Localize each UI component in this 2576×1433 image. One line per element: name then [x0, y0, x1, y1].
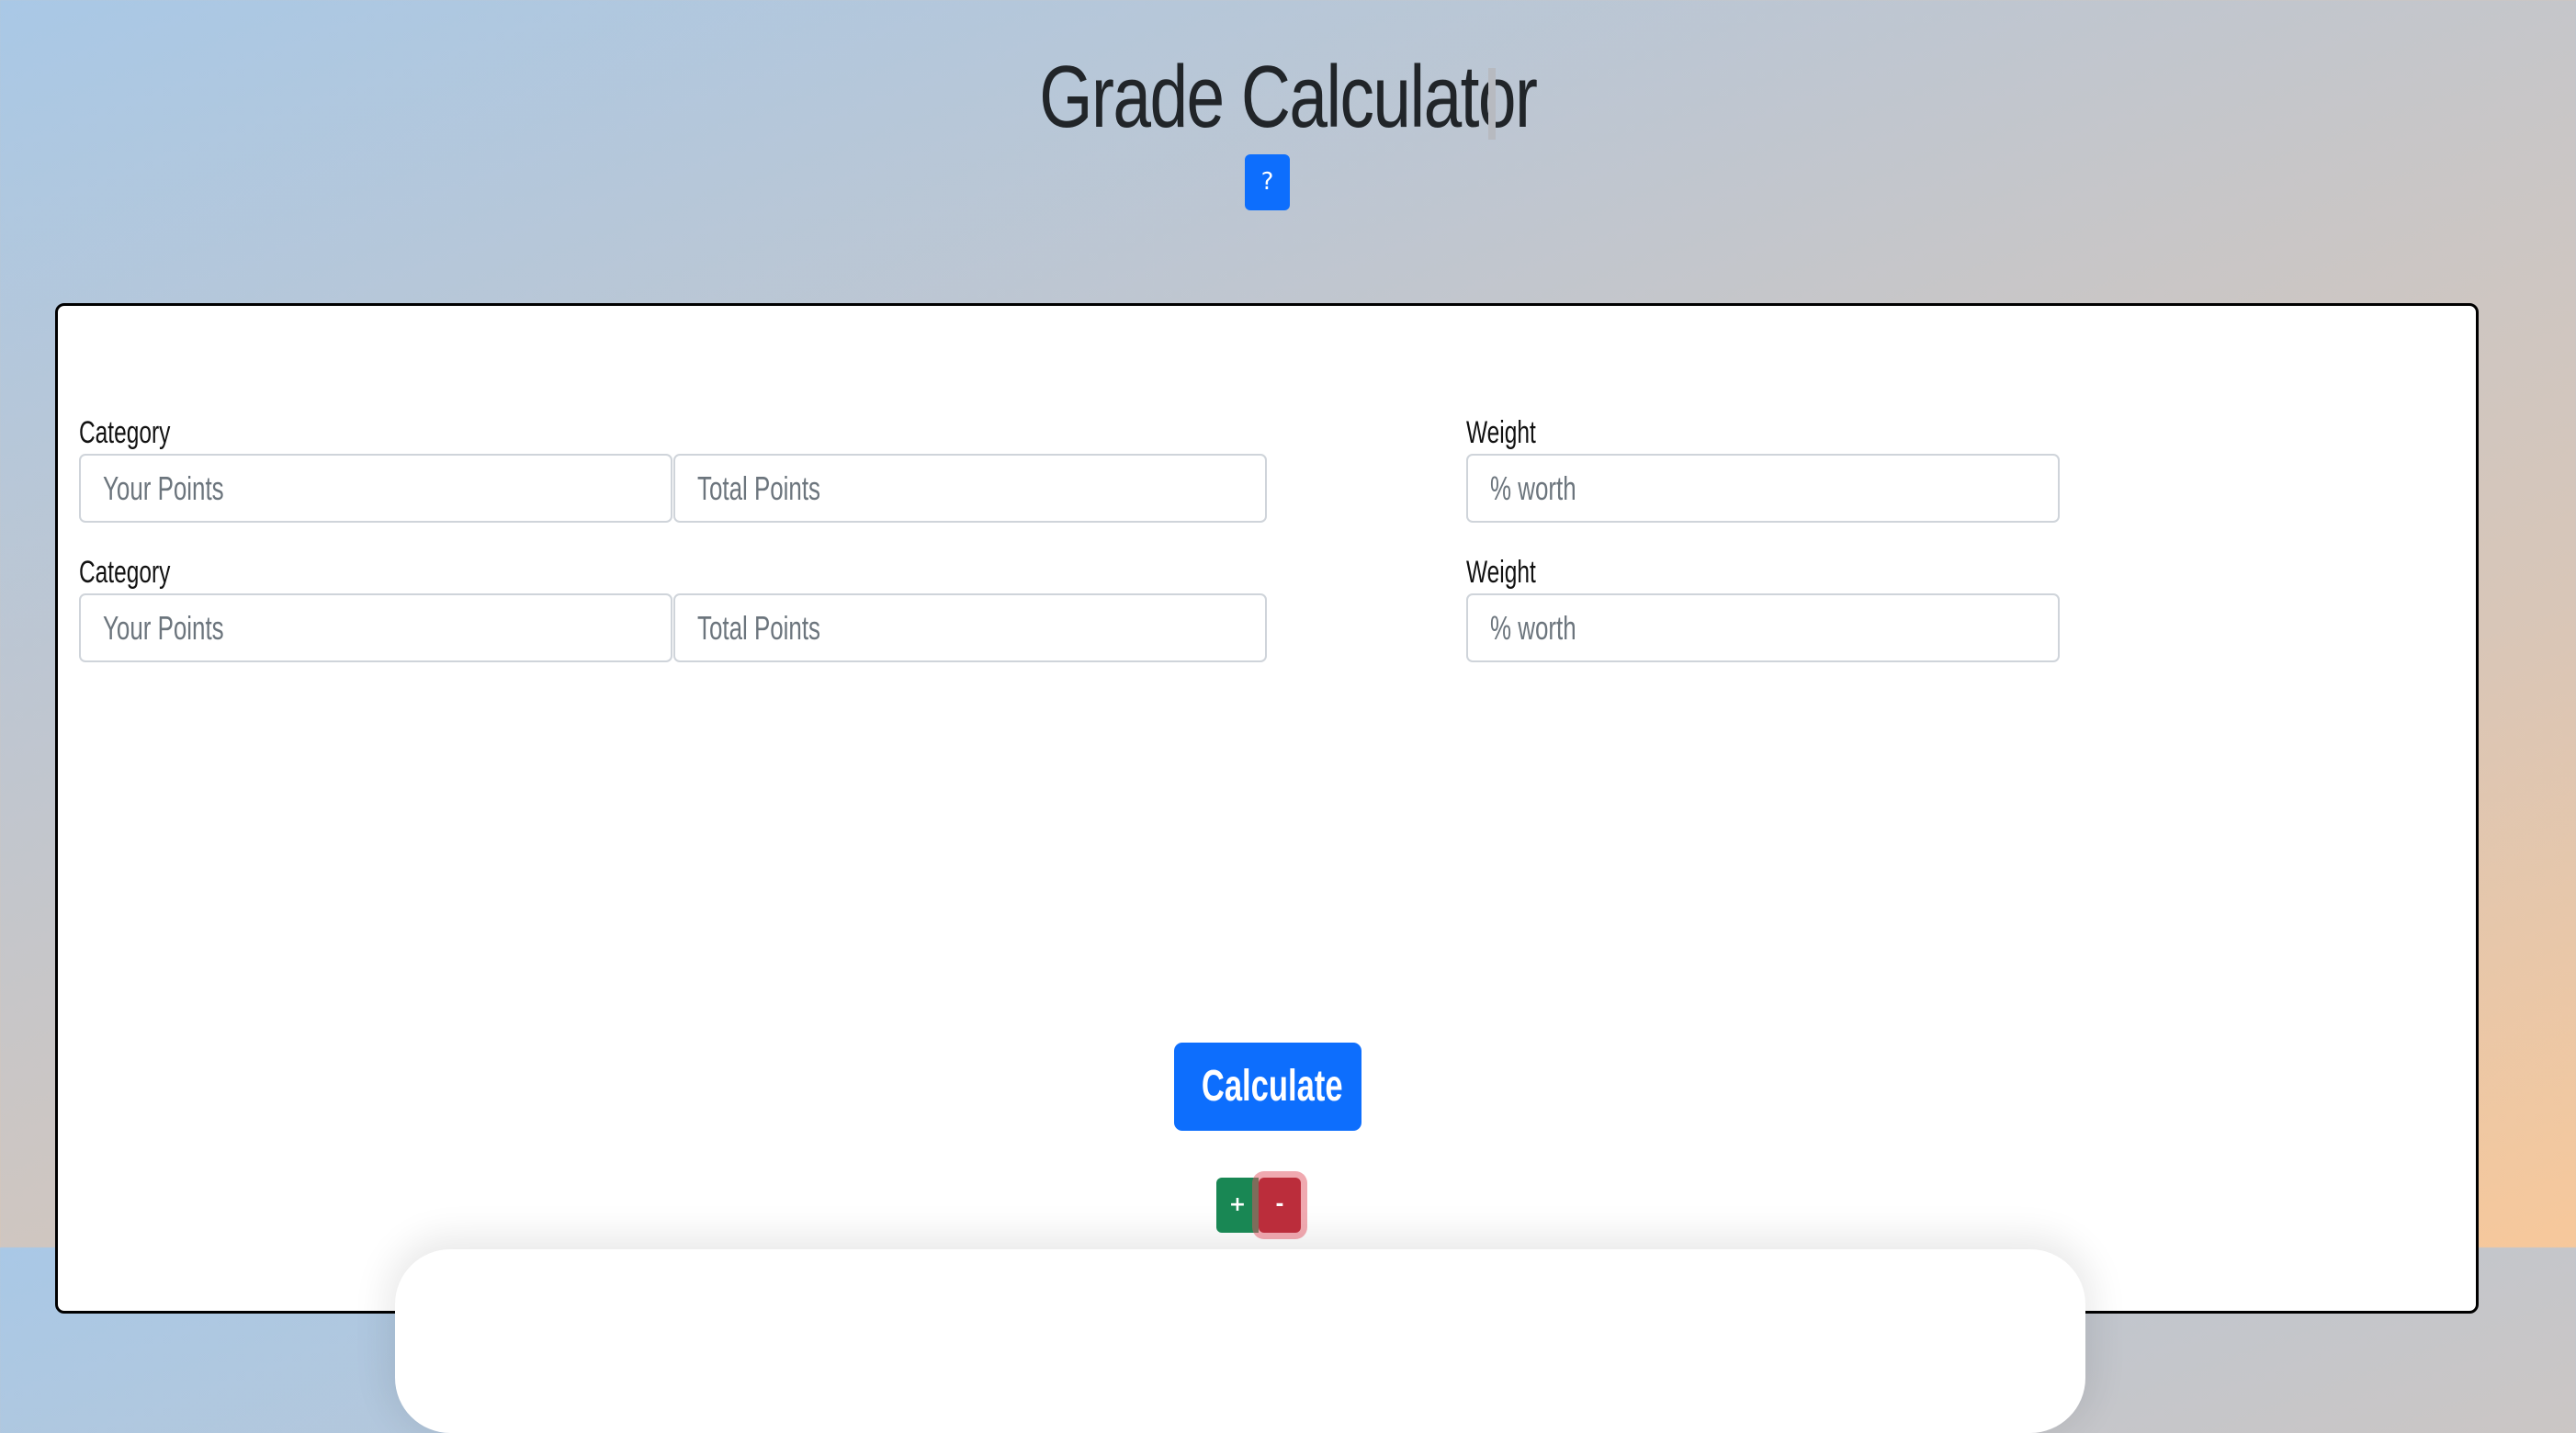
- remove-row-button[interactable]: -: [1259, 1178, 1301, 1233]
- total-points-input[interactable]: Total Points: [673, 593, 1267, 662]
- page-title: Grade Calculator: [1039, 48, 1538, 146]
- your-points-placeholder: Your Points: [103, 609, 224, 647]
- weight-placeholder: % worth: [1490, 469, 1576, 507]
- your-points-placeholder: Your Points: [103, 469, 224, 507]
- add-row-button[interactable]: +: [1216, 1178, 1259, 1233]
- total-points-placeholder: Total Points: [697, 609, 820, 647]
- category-label: Category: [79, 555, 171, 590]
- page-header: Grade Calculator ?: [0, 0, 2576, 276]
- your-points-input[interactable]: Your Points: [79, 593, 672, 662]
- help-button[interactable]: ?: [1245, 154, 1290, 210]
- calculate-button[interactable]: Calculate: [1174, 1043, 1361, 1131]
- weight-input[interactable]: % worth: [1466, 593, 2060, 662]
- text-cursor-bar: [1488, 68, 1496, 140]
- your-points-input[interactable]: Your Points: [79, 454, 672, 523]
- result-panel: [395, 1249, 2085, 1433]
- weight-label: Weight: [1466, 415, 1536, 450]
- total-points-placeholder: Total Points: [697, 469, 820, 507]
- weight-label: Weight: [1466, 555, 1536, 590]
- weight-input[interactable]: % worth: [1466, 454, 2060, 523]
- calculator-card: Category Your Points Total Points Weight…: [55, 303, 2479, 1314]
- calculate-button-label: Calculate: [1201, 1062, 1343, 1111]
- title-container: Grade Calculator: [0, 51, 2576, 143]
- weight-placeholder: % worth: [1490, 609, 1576, 647]
- category-label: Category: [79, 415, 171, 450]
- total-points-input[interactable]: Total Points: [673, 454, 1267, 523]
